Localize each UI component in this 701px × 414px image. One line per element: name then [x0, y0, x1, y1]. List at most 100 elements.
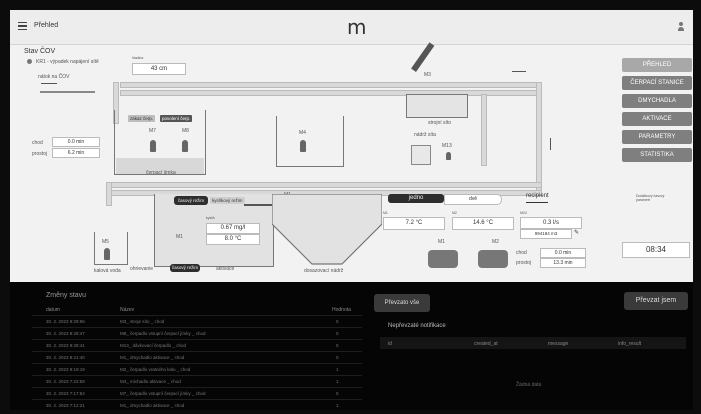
pump-prostoj-label: prostoj [32, 151, 48, 157]
clock-label: Dodatkový časový parametr [636, 194, 665, 202]
bottom-panel: Změny stavu datum Název Hodnota 30. 2. 2… [10, 282, 693, 410]
pump-prostoj-value: 6.2 min [52, 148, 100, 158]
table-row[interactable]: 30. 2. 2023 7:23:58 M4_ míchadlo aktivac… [32, 375, 362, 387]
status-dot-icon [27, 59, 32, 64]
settling-tank [272, 194, 382, 265]
row-name: M8_ čerpadlo vstupní čerpací jímky _ cho… [120, 331, 206, 336]
nav-activation-button[interactable]: AKTIVACE [622, 112, 692, 126]
accept-all-button[interactable]: Převzato vše [374, 294, 430, 312]
row-time: 30. 2. 2023 8:19:19 [46, 367, 85, 372]
flow-total-value: 994184 m3 [520, 229, 572, 239]
row-status: 0 [336, 355, 339, 360]
screen-arrow-icon [512, 71, 526, 72]
clock-time: 08:34 [622, 242, 690, 258]
notifications-col-info: info_result [618, 341, 642, 347]
activation-ctrl-label: ohrievanie [130, 266, 154, 272]
row-status: 1 [336, 379, 339, 384]
flow-pump-m2-icon[interactable] [478, 250, 508, 268]
activation-m1-label: M1 [176, 234, 183, 240]
level-label: hladina [132, 56, 144, 60]
flow-m1-label: M1 [438, 239, 445, 245]
row-name: M13_ dávkovací čerpadlo _ chod [120, 343, 187, 348]
flow-label: M24 [520, 211, 527, 215]
down-arrow-icon [550, 138, 551, 150]
row-name: M3_ stroje síto _ chod [120, 319, 165, 324]
recipient-arrow-icon [526, 202, 548, 204]
pump-m7-icon[interactable] [150, 140, 156, 152]
flow-chod-value: 0.0 min [540, 248, 586, 258]
table-row[interactable]: 30. 2. 2023 7:17:54 M7_ čerpadlo vstupní… [32, 387, 362, 399]
page-title: Přehled [34, 22, 59, 29]
oxygen-label: kyslík [206, 216, 215, 220]
history-title: Změny stavu [46, 292, 87, 299]
table-row[interactable]: 30. 2. 2023 8:21:40 M1_ dmychadlo aktiva… [32, 351, 362, 363]
sludge-tank [94, 232, 128, 265]
row-status: 0 [336, 319, 339, 324]
nav-statistics-button[interactable]: STATISTIKA [622, 148, 692, 162]
oxygen-value: 0.67 mg/l [206, 223, 260, 234]
history-col-name: Název [120, 307, 135, 313]
activation-ctrl-mode-button[interactable]: časový režim [170, 264, 200, 272]
table-row[interactable]: 30. 2. 2023 7:12:21 M1_ dmychadlo aktiva… [32, 399, 362, 410]
row-time: 30. 2. 2023 8:29:56 [46, 319, 85, 324]
history-col-time: datum [46, 307, 60, 313]
row-time: 30. 2. 2023 7:12:21 [46, 403, 85, 408]
row-status: 1 [336, 403, 339, 408]
menu-icon[interactable] [18, 22, 27, 30]
nav-pumping-station-button[interactable]: ČERPACÍ STANICE [622, 76, 692, 90]
table-row[interactable]: 30. 2. 2023 8:28:47 M8_ čerpadlo vstupní… [32, 327, 362, 339]
mid-vertical-pipe [481, 94, 487, 166]
pump-m8-label: M8 [182, 128, 189, 134]
temp-m1-label: M1 [383, 211, 388, 215]
history-col-status: Hodnota [332, 307, 351, 313]
temp-m1-value: 7.2 °C [383, 217, 445, 230]
row-status: 0 [336, 331, 339, 336]
pumping-tank-label: čerpací jímka [146, 170, 176, 176]
sludge-m5-label: M5 [102, 239, 109, 245]
notifications-col-created: created_at [474, 341, 498, 347]
screen-conveyor [411, 42, 435, 72]
flow-prostoj-label: prostoj [516, 260, 532, 266]
edit-icon[interactable]: ✎ [574, 230, 580, 236]
row-name: M1_ dmychadlo aktivace _ chod [120, 403, 185, 408]
screen-m3-label: M3 [424, 72, 431, 78]
pump-m8-icon[interactable] [182, 140, 188, 152]
pump-chod-value: 0.0 min [52, 137, 100, 147]
brand-logo: m [347, 15, 367, 39]
inflow-arrow-icon [41, 83, 57, 84]
left-down-pipe [106, 182, 112, 206]
temp-m2-value: 14.6 °C [452, 217, 514, 230]
mixer-m4-label: M4 [299, 130, 306, 136]
sludge-m5-icon[interactable] [104, 248, 110, 260]
mode-two-button[interactable]: dvě [444, 194, 502, 205]
dosing-tank [411, 145, 431, 165]
mode-one-button[interactable]: jedno [388, 194, 444, 203]
table-row[interactable]: 30. 2. 2023 8:29:56 M3_ stroje síto _ ch… [32, 315, 362, 327]
row-name: M7_ čerpadlo vstupní čerpací jímky _ cho… [120, 391, 206, 396]
state-subtitle: KR1 - výpadek napájení sítě [36, 59, 99, 65]
flow-value: 0.3 l/s [520, 217, 582, 229]
screen-tank [406, 94, 468, 118]
nav-overview-button[interactable]: PŘEHLED [622, 58, 692, 72]
level-value: 43 cm [132, 63, 186, 75]
dosing-m13-label: M13 [442, 143, 452, 149]
table-row[interactable]: 30. 2. 2023 8:28:41 M13_ dávkovací čerpa… [32, 339, 362, 351]
take-over-button[interactable]: Převzat jsem [624, 292, 688, 310]
nav-parameters-button[interactable]: PARAMETRY [622, 130, 692, 144]
oxygen-mode-button[interactable]: kyslíkový režim [210, 197, 245, 204]
row-time: 30. 2. 2023 8:28:47 [46, 331, 85, 336]
row-time: 30. 2. 2023 7:23:58 [46, 379, 85, 384]
row-status: 1 [336, 367, 339, 372]
dosing-pump-icon[interactable] [446, 152, 451, 160]
row-status: 0 [336, 391, 339, 396]
row-name: M1_ dmychadlo aktivace _ chod [120, 355, 185, 360]
mixer-m4-icon[interactable] [300, 140, 306, 152]
nav-blowers-button[interactable]: DMYCHADLA [622, 94, 692, 108]
time-mode-button[interactable]: časový režim [174, 196, 208, 205]
screen-label: strojní síto [428, 120, 452, 126]
table-row[interactable]: 30. 2. 2023 8:19:19 M2_ čerpadlo vratnéh… [32, 363, 362, 375]
user-icon[interactable] [678, 22, 684, 31]
flow-pump-m1-icon[interactable] [428, 250, 458, 268]
activation-temp-value: 8.0 °C [206, 234, 260, 245]
notifications-title: Nepřevzaté notifikace [388, 323, 446, 329]
